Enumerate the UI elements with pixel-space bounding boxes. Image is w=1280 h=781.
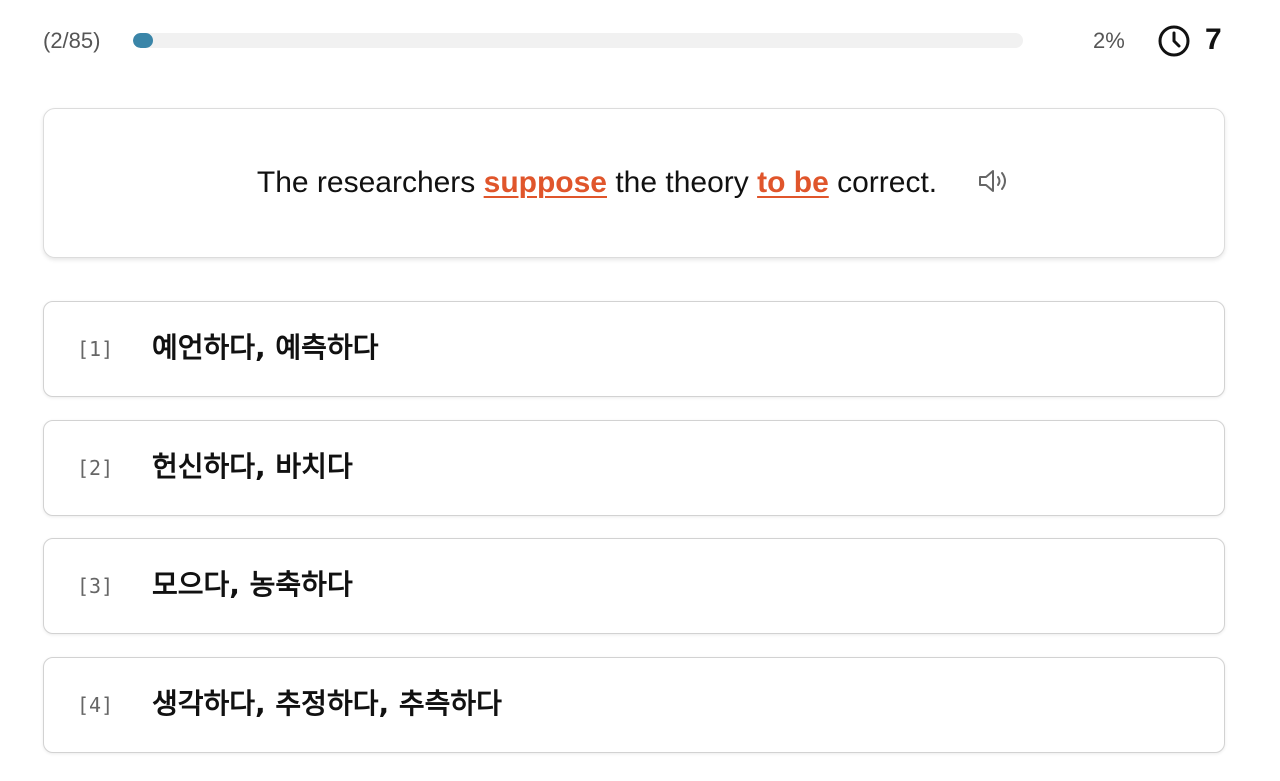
option-text: 헌신하다, 바치다 <box>152 450 353 483</box>
quiz-header: (2/85) 2% 7 <box>0 0 1280 80</box>
option-number: [2] <box>77 456 114 480</box>
progress-percent: 2% <box>1093 28 1125 53</box>
answer-option-2[interactable]: [2] 헌신하다, 바치다 <box>43 420 1225 516</box>
question-counter: (2/85) <box>43 28 101 53</box>
progress-bar-fill <box>133 33 154 48</box>
progress-bar <box>133 33 1023 48</box>
timer-value: 7 <box>1205 23 1222 56</box>
option-text: 예언하다, 예측하다 <box>152 331 379 364</box>
question-card: The researchers suppose the theory to be… <box>43 108 1225 258</box>
option-number: [4] <box>77 693 114 717</box>
option-text: 모으다, 농축하다 <box>152 568 353 601</box>
speaker-icon[interactable] <box>977 166 1011 196</box>
answer-option-1[interactable]: [1] 예언하다, 예측하다 <box>43 301 1225 397</box>
sentence-text-part: the theory <box>607 166 758 199</box>
option-text: 생각하다, 추정하다, 추측하다 <box>152 687 502 720</box>
option-number: [3] <box>77 574 114 598</box>
answer-option-4[interactable]: [4] 생각하다, 추정하다, 추측하다 <box>43 657 1225 753</box>
answer-option-3[interactable]: [3] 모으다, 농축하다 <box>43 538 1225 634</box>
option-number: [1] <box>77 337 114 361</box>
sentence-text-part: The researchers <box>256 166 484 199</box>
sentence-text-part: correct. <box>828 166 938 199</box>
clock-icon <box>1158 25 1190 57</box>
highlighted-word: to be <box>757 166 829 199</box>
question-sentence: The researchers suppose the theory to be… <box>44 165 1224 201</box>
highlighted-word: suppose <box>483 166 607 199</box>
